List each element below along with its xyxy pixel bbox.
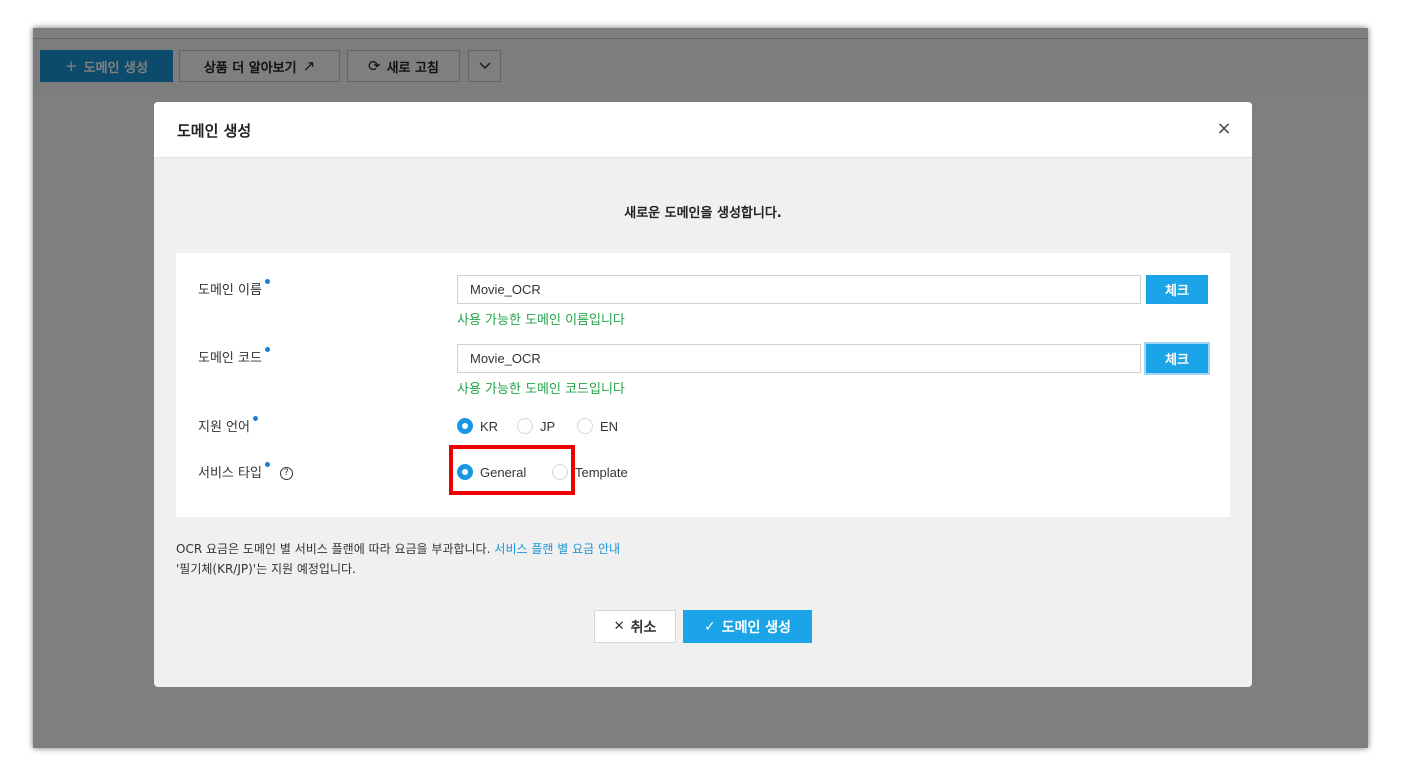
required-dot (264, 462, 270, 467)
domain-code-status: 사용 가능한 도메인 코드입니다 (457, 382, 625, 397)
handwriting-note: '필기체(KR/JP)'는 지원 예정입니다. (176, 562, 356, 576)
radio-indicator (457, 418, 473, 434)
language-radio-en[interactable]: EN (577, 418, 618, 434)
cancel-button[interactable]: ✕ 취소 (594, 610, 676, 643)
domain-name-label: 도메인 이름 (198, 279, 270, 298)
close-icon: ✕ (613, 619, 625, 634)
language-radio-kr[interactable]: KR (457, 418, 498, 434)
pricing-note: OCR 요금은 도메인 별 서비스 플랜에 따라 요금을 부과합니다. 서비스 플… (176, 542, 621, 556)
required-dot (252, 416, 258, 421)
service-type-radio-general[interactable]: General (457, 464, 526, 480)
languages-label: 지원 언어 (198, 416, 258, 435)
domain-code-input[interactable] (457, 344, 1141, 373)
help-icon[interactable]: ? (279, 467, 293, 480)
domain-form: 도메인 이름 체크 사용 가능한 도메인 이름입니다 도메인 코드 체크 사용 … (176, 253, 1230, 517)
intro-text: 새로운 도메인을 생성합니다. (624, 206, 782, 221)
modal-title: 도메인 생성 (177, 122, 252, 140)
domain-name-input[interactable] (457, 275, 1141, 304)
modal-header: 도메인 생성 × (154, 102, 1252, 158)
radio-indicator (577, 418, 593, 434)
close-icon[interactable]: × (1216, 120, 1232, 138)
required-dot (264, 347, 270, 352)
check-icon: ✓ (703, 618, 716, 635)
service-type-label: 서비스 타입? (198, 462, 293, 481)
radio-indicator (457, 464, 473, 480)
cancel-label: 취소 (630, 619, 657, 636)
create-domain-modal: 도메인 생성 × 새로운 도메인을 생성합니다. 도메인 이름 체크 사용 가능… (154, 102, 1252, 687)
pricing-link[interactable]: 서비스 플랜 별 요금 안내 (494, 542, 620, 556)
radio-indicator (517, 418, 533, 434)
create-domain-submit-button[interactable]: ✓ 도메인 생성 (683, 610, 812, 643)
domain-name-check-button[interactable]: 체크 (1146, 275, 1208, 304)
domain-code-check-button[interactable]: 체크 (1146, 344, 1208, 373)
domain-name-status: 사용 가능한 도메인 이름입니다 (457, 313, 625, 328)
required-dot (264, 279, 270, 284)
create-label: 도메인 생성 (721, 619, 791, 636)
language-radio-jp[interactable]: JP (517, 418, 555, 434)
domain-code-label: 도메인 코드 (198, 347, 270, 366)
